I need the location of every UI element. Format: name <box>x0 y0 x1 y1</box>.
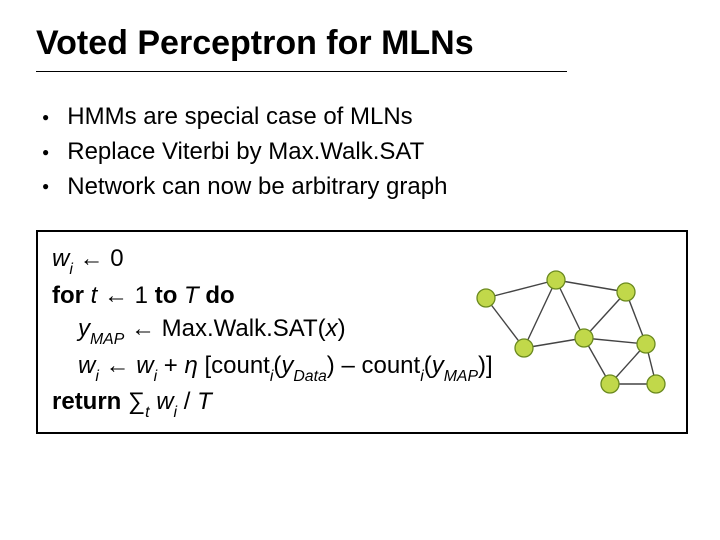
graph-illustration <box>466 266 666 396</box>
kw-do: do <box>205 282 234 309</box>
var-big-t: T <box>177 282 205 309</box>
sub-i: i <box>154 368 158 385</box>
sub-i: i <box>69 261 73 278</box>
bullet-list: HMMs are special case of MLNs Replace Vi… <box>42 100 684 204</box>
count-open: [count <box>198 352 270 379</box>
bullet-item: Replace Viterbi by Max.Walk.SAT <box>42 135 684 170</box>
var-w: w <box>78 352 95 379</box>
from-one: ← 1 <box>97 282 154 309</box>
sub-i: i <box>270 368 274 385</box>
call-maxwalksat: ← Max.Walk.SAT( <box>124 315 325 342</box>
var-big-t: T <box>197 388 212 415</box>
sigma: ∑ <box>121 388 145 415</box>
paren-open: ( <box>424 352 432 379</box>
paren-close: ) <box>338 315 346 342</box>
title-underline <box>36 71 567 72</box>
var-w: w <box>136 352 153 379</box>
kw-for: for <box>52 282 91 309</box>
minus-count: ) – count <box>327 352 420 379</box>
var-x: x <box>326 315 338 342</box>
var-eta: η <box>184 352 197 379</box>
plus: + <box>157 352 184 379</box>
kw-return: return <box>52 388 121 415</box>
bullet-item: Network can now be arbitrary graph <box>42 170 684 205</box>
sub-t: t <box>145 404 149 421</box>
var-w: w <box>52 245 69 272</box>
bullet-item: HMMs are special case of MLNs <box>42 100 684 135</box>
sub-i: i <box>420 368 424 385</box>
sub-i: i <box>174 404 178 421</box>
divide: / <box>177 388 197 415</box>
sub-data: Data <box>293 368 326 385</box>
sub-map: MAP <box>90 331 124 348</box>
assign: ← <box>99 352 136 379</box>
var-y: y <box>78 315 90 342</box>
sub-i: i <box>95 368 99 385</box>
slide-title: Voted Perceptron for MLNs <box>36 24 684 63</box>
var-y: y <box>432 352 444 379</box>
graph-svg <box>466 266 666 396</box>
var-y: y <box>281 352 293 379</box>
assign-zero: ← 0 <box>73 245 124 272</box>
var-w: w <box>156 388 173 415</box>
kw-to: to <box>155 282 178 309</box>
